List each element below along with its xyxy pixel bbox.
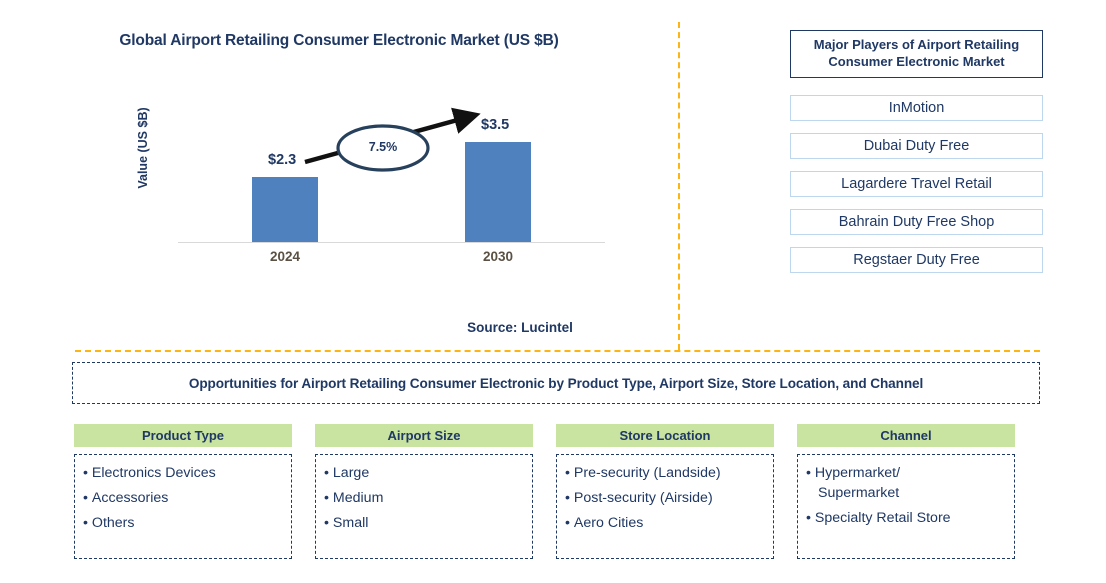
player-label: Regstaer Duty Free bbox=[853, 251, 980, 268]
list-item: Others bbox=[83, 513, 287, 533]
x-tick-label-2024: 2024 bbox=[269, 249, 301, 264]
source-note: Source: Lucintel bbox=[467, 320, 573, 335]
x-tick-label-2030: 2030 bbox=[482, 249, 514, 264]
vertical-divider bbox=[678, 22, 680, 350]
player-item[interactable]: InMotion bbox=[790, 94, 1043, 121]
opportunity-column-product-type: Product Type Electronics Devices Accesso… bbox=[74, 424, 292, 559]
opportunity-column-store-location: Store Location Pre-security (Landside) P… bbox=[556, 424, 774, 559]
major-players-panel: Major Players of Airport Retailing Consu… bbox=[790, 30, 1043, 273]
list-item: Post-security (Airside) bbox=[565, 488, 769, 508]
list-item: Medium bbox=[324, 488, 528, 508]
x-axis-line bbox=[178, 242, 605, 243]
major-players-title: Major Players of Airport Retailing Consu… bbox=[790, 30, 1043, 78]
player-item[interactable]: Dubai Duty Free bbox=[790, 132, 1043, 159]
opportunities-region: Opportunities for Airport Retailing Cons… bbox=[0, 352, 1106, 583]
opportunity-column-channel: Channel Hypermarket/ Supermarket Special… bbox=[797, 424, 1015, 559]
y-axis-label: Value (US $B) bbox=[136, 107, 150, 189]
opportunity-columns: Product Type Electronics Devices Accesso… bbox=[74, 424, 1036, 559]
player-item[interactable]: Regstaer Duty Free bbox=[790, 246, 1043, 273]
opportunities-header: Opportunities for Airport Retailing Cons… bbox=[72, 362, 1040, 404]
list-item: Hypermarket/ Supermarket bbox=[806, 463, 1010, 503]
column-header: Product Type bbox=[74, 424, 292, 447]
market-chart-panel: Global Airport Retailing Consumer Electr… bbox=[0, 0, 678, 352]
list-item: Large bbox=[324, 463, 528, 483]
top-region: Global Airport Retailing Consumer Electr… bbox=[0, 0, 1106, 352]
list-item: Electronics Devices bbox=[83, 463, 287, 483]
column-header: Airport Size bbox=[315, 424, 533, 447]
player-label: Lagardere Travel Retail bbox=[841, 175, 992, 192]
player-label: InMotion bbox=[888, 99, 945, 116]
column-header: Channel bbox=[797, 424, 1015, 447]
column-body: Pre-security (Landside) Post-security (A… bbox=[556, 454, 774, 559]
bar-chart: Value (US $B) $2.3 $3.5 2024 2030 7.5% bbox=[0, 0, 678, 300]
bar-2024 bbox=[252, 177, 318, 242]
opportunity-column-airport-size: Airport Size Large Medium Small bbox=[315, 424, 533, 559]
major-players-list: InMotion Dubai Duty Free Lagardere Trave… bbox=[790, 94, 1043, 273]
player-label: Bahrain Duty Free Shop bbox=[838, 213, 995, 230]
list-item: Specialty Retail Store bbox=[806, 508, 1010, 528]
column-body: Large Medium Small bbox=[315, 454, 533, 559]
column-header: Store Location bbox=[556, 424, 774, 447]
list-item: Small bbox=[324, 513, 528, 533]
column-body: Hypermarket/ Supermarket Specialty Retai… bbox=[797, 454, 1015, 559]
player-label: Dubai Duty Free bbox=[863, 137, 970, 154]
player-item[interactable]: Lagardere Travel Retail bbox=[790, 170, 1043, 197]
player-item[interactable]: Bahrain Duty Free Shop bbox=[790, 208, 1043, 235]
column-body: Electronics Devices Accessories Others bbox=[74, 454, 292, 559]
list-item: Pre-security (Landside) bbox=[565, 463, 769, 483]
list-item: Accessories bbox=[83, 488, 287, 508]
list-item: Aero Cities bbox=[565, 513, 769, 533]
cagr-value-label: 7.5% bbox=[368, 140, 398, 154]
